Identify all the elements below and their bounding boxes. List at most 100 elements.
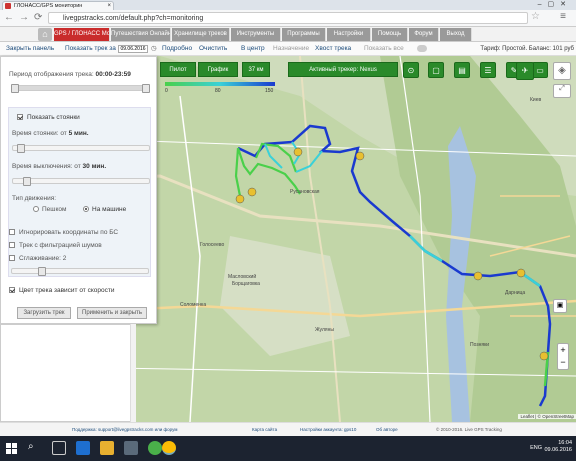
nav-arrows-icon[interactable]: ←→⟳ xyxy=(4,12,47,23)
filter-noise-label: Трек с фильтрацией шумов xyxy=(19,242,102,249)
color-by-speed-checkbox[interactable] xyxy=(9,287,15,294)
window-controls[interactable]: –▢✕ xyxy=(538,0,572,8)
walk-radio[interactable] xyxy=(33,206,39,213)
map-label-goloseevo: Голосеево xyxy=(200,242,224,248)
map-label-maslovsky: Масловский xyxy=(228,273,256,280)
bind-link[interactable]: Назначение xyxy=(273,42,309,56)
period-slider-start-handle[interactable] xyxy=(11,84,19,93)
nav-travels[interactable]: Путешествия Онлайн xyxy=(111,28,171,41)
detailed-link[interactable]: Подробно xyxy=(162,42,192,56)
smoothing-row[interactable]: Сглаживание: 2 xyxy=(9,255,66,262)
speed-legend: 0 80 150 xyxy=(165,82,275,92)
nav-monitoring[interactable]: GPS / ГЛОНАСС Мониторинг xyxy=(54,28,110,41)
apply-close-button[interactable]: Применить и закрыть xyxy=(77,307,147,319)
document-icon[interactable]: ▤ xyxy=(454,62,470,78)
show-all-link[interactable]: Показать все xyxy=(364,42,404,56)
about-link[interactable]: Об авторе xyxy=(376,423,398,437)
pilot-button[interactable]: Пилот xyxy=(160,62,196,77)
stop-time-row: Время стоянки: от 5 мин. xyxy=(12,130,89,137)
edge-icon[interactable] xyxy=(76,441,90,455)
active-tracker-button[interactable]: Активный трекер: Nexus xyxy=(288,62,398,77)
center-link[interactable]: В центр xyxy=(241,42,265,56)
stop-time-slider[interactable] xyxy=(12,144,150,153)
layers-icon[interactable]: ◈ xyxy=(553,62,571,80)
copyright: © 2010-2016. Live GPS Tracking xyxy=(436,427,502,432)
nav-exit[interactable]: Выход xyxy=(440,28,472,41)
sitemap-link[interactable]: Карта сайта xyxy=(252,423,277,437)
nav-settings[interactable]: Настройки xyxy=(327,28,371,41)
period-slider[interactable] xyxy=(11,84,150,93)
explorer-icon[interactable] xyxy=(100,441,114,455)
close-tab-icon[interactable]: × xyxy=(107,2,111,10)
car-option[interactable]: На машине xyxy=(83,206,126,213)
shutdown-time-row: Время выключения: от 30 мин. xyxy=(12,163,106,170)
clock-icon: ◷ xyxy=(151,45,157,52)
map-label-rusanovka: Русановская xyxy=(290,189,320,195)
menu-icon[interactable]: ≡ xyxy=(560,11,566,22)
square-icon[interactable]: ▢ xyxy=(428,62,444,78)
nav-storage[interactable]: Хранилище треков xyxy=(172,28,230,41)
home-icon[interactable]: ⌂ xyxy=(38,28,52,41)
satellite-icon[interactable]: ✈ xyxy=(516,62,534,80)
windows-start-icon[interactable] xyxy=(6,443,17,454)
chrome-icon[interactable] xyxy=(162,441,176,455)
shutdown-time-handle[interactable] xyxy=(23,177,31,186)
locate-icon[interactable]: ⤢ xyxy=(553,84,571,98)
close-panel-link[interactable]: Закрыть панель xyxy=(6,42,54,56)
browser-tab[interactable]: ГЛОНАСС/GPS мониторин × xyxy=(2,1,114,10)
account-settings-link[interactable]: Настройки аккаунта: gps10 xyxy=(300,423,356,437)
smoothing-slider[interactable] xyxy=(11,267,149,276)
store-icon[interactable] xyxy=(124,441,138,455)
track-settings-panel: Период отображения трека: 00:00-23:59 По… xyxy=(0,56,157,324)
ignore-coords-row[interactable]: Игнорировать координаты по БС xyxy=(9,229,118,236)
clock[interactable]: 16:04 09.06.2016 xyxy=(544,440,572,454)
car-radio[interactable] xyxy=(83,206,89,213)
ignore-coords-checkbox[interactable] xyxy=(9,229,15,236)
color-by-speed-row[interactable]: Цвет трека зависит от скорости xyxy=(9,287,114,294)
date-input[interactable]: 09.06.2016 xyxy=(118,45,148,53)
color-by-speed-label: Цвет трека зависит от скорости xyxy=(19,287,115,294)
language-indicator[interactable]: ENG xyxy=(530,445,542,451)
bookmark-star-icon[interactable]: ☆ xyxy=(531,11,540,22)
load-track-button[interactable]: Загрузить трек xyxy=(17,307,71,319)
task-view-icon[interactable] xyxy=(52,441,66,455)
smoothing-handle[interactable] xyxy=(38,267,46,276)
zoom-out-icon[interactable]: − xyxy=(558,356,568,368)
map-attribution[interactable]: Leaflet | © OpenStreetMap xyxy=(518,414,576,419)
fullscreen-icon[interactable]: ▣ xyxy=(553,299,567,313)
chart-button[interactable]: График xyxy=(198,62,238,77)
url-field[interactable]: livegpstracks.com/default.php?ch=monitor… xyxy=(48,12,528,24)
period-slider-end-handle[interactable] xyxy=(142,84,150,93)
tab-title: ГЛОНАСС/GPS мониторин xyxy=(14,3,83,9)
period-row: Период отображения трека: 00:00-23:59 xyxy=(9,71,131,78)
zoom-in-icon[interactable]: + xyxy=(558,344,568,356)
address-bar-row: ←→⟳ livegpstracks.com/default.php?ch=mon… xyxy=(0,10,576,27)
shutdown-time-label: Время выключения: от xyxy=(12,163,81,170)
support-link[interactable]: Поддержка: support@livegpstracks.com или… xyxy=(72,423,177,437)
scrollbar[interactable] xyxy=(130,324,136,422)
movement-type-label: Тип движения: xyxy=(12,195,57,202)
nav-tools[interactable]: Инструменты xyxy=(231,28,281,41)
stop-time-label: Время стоянки: от xyxy=(12,130,67,137)
show-stops-checkbox[interactable] xyxy=(17,114,23,121)
shutdown-time-slider[interactable] xyxy=(12,177,150,186)
smoothing-checkbox[interactable] xyxy=(9,255,15,262)
filter-noise-row[interactable]: Трек с фильтрацией шумов xyxy=(9,242,102,249)
stop-time-handle[interactable] xyxy=(17,144,25,153)
nav-programs[interactable]: Программы xyxy=(282,28,326,41)
clear-link[interactable]: Очистить xyxy=(199,42,227,56)
legend-tick-150: 150 xyxy=(265,88,274,92)
show-all-toggle[interactable] xyxy=(417,45,427,52)
search-icon[interactable]: ⌕ xyxy=(28,441,42,455)
nav-forum[interactable]: Форум xyxy=(409,28,439,41)
walk-option[interactable]: Пешком xyxy=(33,206,67,213)
list-icon[interactable]: ☰ xyxy=(480,62,496,78)
show-stops-row[interactable]: Показать стоянки xyxy=(17,114,80,121)
app-icon[interactable] xyxy=(148,441,162,455)
filter-noise-checkbox[interactable] xyxy=(9,242,15,249)
target-icon[interactable]: ⊙ xyxy=(403,62,419,78)
folder-icon[interactable]: ▭ xyxy=(532,62,548,78)
map-label-darnitsa: Дарница xyxy=(505,290,525,296)
track-tail-link[interactable]: Хвост трека xyxy=(315,42,351,56)
nav-help[interactable]: Помощь xyxy=(372,28,408,41)
